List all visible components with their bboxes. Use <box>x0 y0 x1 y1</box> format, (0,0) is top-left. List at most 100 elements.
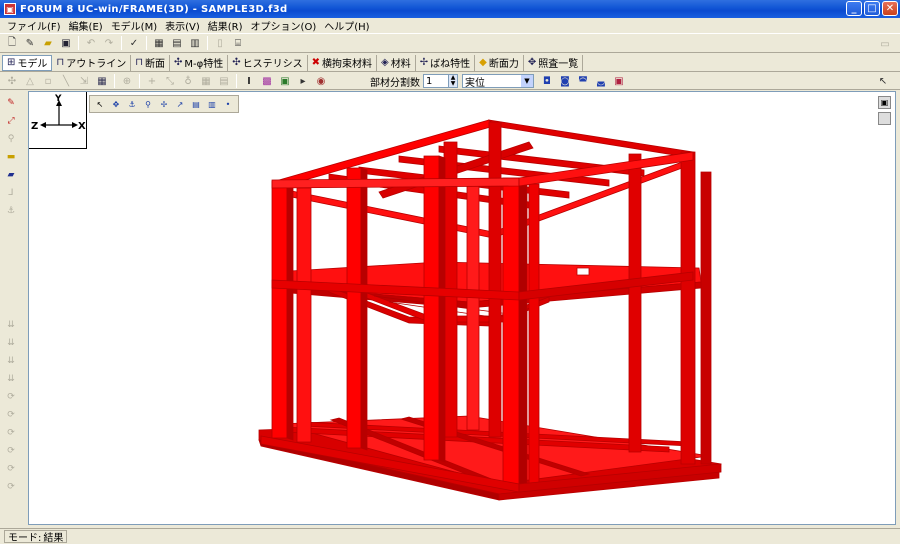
m-phi-icon: ✣ <box>174 57 183 68</box>
mode-value: 結果 <box>43 533 64 544</box>
layers-icon[interactable]: ▰ <box>4 168 18 182</box>
i-section-icon[interactable]: I <box>242 74 256 88</box>
close-button[interactable]: ✕ <box>882 1 898 16</box>
tab-section[interactable]: ⊓ 断面 <box>131 54 171 71</box>
title-bar: ▣ FORUM 8 UC-win/FRAME(3D) - SAMPLE3D.f3… <box>0 0 900 18</box>
pointer-icon[interactable]: ↖ <box>876 74 890 88</box>
wizard-icon[interactable]: ✎ <box>23 36 37 50</box>
load-case-1-icon[interactable]: ⇊ <box>4 318 18 332</box>
frame-members <box>258 119 722 501</box>
node-icon[interactable]: ✣ <box>5 74 19 88</box>
ruler-icon[interactable]: ▬ <box>4 150 18 164</box>
spring-node-icon[interactable]: ♁ <box>181 74 195 88</box>
hook-icon[interactable]: ⅃ <box>4 186 18 200</box>
minimize-button[interactable]: _ <box>846 1 862 16</box>
colored-section-icon[interactable]: ▩ <box>260 74 274 88</box>
redo-icon[interactable]: ↷ <box>102 36 116 50</box>
frame-icon[interactable]: ⌸ <box>231 36 245 50</box>
calc-icon[interactable]: ▦ <box>152 36 166 50</box>
disabled-icon[interactable]: ▯ <box>213 36 227 50</box>
frame-structure <box>258 119 722 501</box>
maximize-button[interactable]: □ <box>864 1 880 16</box>
fit-icon[interactable]: ◚ <box>576 74 590 88</box>
hysteresis-icon: ✣ <box>232 57 241 68</box>
mode-label: モード: <box>8 533 42 544</box>
load-case-3-icon[interactable]: ⇊ <box>4 354 18 368</box>
model-toolbar: ✣ △ ▫ ╲ ⇲ ▦ ⊕ + ⤡ ♁ ▦ ▤ I ▩ ▣ ▸ ◉ 部材分割数 … <box>0 73 900 90</box>
tab-spring[interactable]: ✢ ばね特性 <box>416 54 476 71</box>
open-icon[interactable]: ▰ <box>41 36 55 50</box>
undo-icon[interactable]: ↶ <box>84 36 98 50</box>
add-member-icon[interactable]: ⤡ <box>163 74 177 88</box>
menu-bar: ファイル(F) 編集(E) モデル(M) 表示(V) 結果(R) オプション(O… <box>0 18 900 33</box>
zoom-out-icon[interactable]: ◙ <box>558 74 572 88</box>
check-list-icon: ✥ <box>527 57 537 68</box>
grid-icon[interactable]: ▦ <box>199 74 213 88</box>
load-case-7-icon[interactable]: ⟳ <box>4 426 18 440</box>
clipboard-icon[interactable]: ▭ <box>878 37 892 51</box>
pin-icon[interactable]: ⚲ <box>4 132 18 146</box>
division-spinner[interactable]: ▲ ▼ <box>449 74 458 88</box>
main-toolbar: 🗋 ✎ ▰ ▣ ↶ ↷ ✓ ▦ ▤ ▥ ▯ ⌸ ▭ <box>0 33 900 53</box>
pencil-icon[interactable]: ✎ <box>4 96 18 110</box>
load-case-8-icon[interactable]: ⟳ <box>4 444 18 458</box>
app-icon: ▣ <box>4 3 16 15</box>
save-icon[interactable]: ▣ <box>59 36 73 50</box>
lock-icon[interactable]: ▫ <box>41 74 55 88</box>
material-icon: ◈ <box>381 57 389 68</box>
report-icon[interactable]: ▤ <box>170 36 184 50</box>
section-icon: ⊓ <box>135 57 144 68</box>
load-case-10-icon[interactable]: ⟳ <box>4 480 18 494</box>
window-title: FORUM 8 UC-win/FRAME(3D) - SAMPLE3D.f3d <box>20 3 288 15</box>
tab-outline[interactable]: ⊓ アウトライン <box>52 54 132 71</box>
menu-file[interactable]: ファイル(F) <box>3 18 65 33</box>
graph-icon[interactable]: ⤢ <box>4 114 18 128</box>
menu-view[interactable]: 表示(V) <box>161 18 204 33</box>
tab-check-list[interactable]: ✥ 照査一覧 <box>524 54 584 71</box>
chevron-down-icon[interactable]: ▼ <box>521 75 533 87</box>
move-icon[interactable]: ⊕ <box>120 74 134 88</box>
zoom-in-icon[interactable]: ◘ <box>540 74 554 88</box>
load-case-2-icon[interactable]: ⇊ <box>4 336 18 350</box>
rotate-icon[interactable]: ◛ <box>594 74 608 88</box>
menu-edit[interactable]: 編集(E) <box>65 18 107 33</box>
menu-result[interactable]: 結果(R) <box>204 18 247 33</box>
label-icon[interactable]: ▸ <box>296 74 310 88</box>
menu-model[interactable]: モデル(M) <box>107 18 161 33</box>
tab-confinement[interactable]: ✖ 横拘束材料 <box>308 54 378 71</box>
new-icon[interactable]: 🗋 <box>5 36 19 50</box>
viewport-3d[interactable]: Y Z X ↖ ✥ ⚓ ⚲ ✢ ↗ ▤ ▥ • ▣ <box>28 91 896 525</box>
load-case-5-icon[interactable]: ⟳ <box>4 390 18 404</box>
tab-m-phi[interactable]: ✣ M-φ特性 <box>170 54 229 71</box>
menu-option[interactable]: オプション(O) <box>247 18 321 33</box>
outline-icon: ⊓ <box>56 57 65 68</box>
load-icon[interactable]: ⇲ <box>77 74 91 88</box>
load-case-9-icon[interactable]: ⟳ <box>4 462 18 476</box>
member-icon[interactable]: ╲ <box>59 74 73 88</box>
extent-icon[interactable]: ▣ <box>612 74 626 88</box>
division-input[interactable]: 1 <box>423 74 449 88</box>
render-icon[interactable]: ▣ <box>278 74 292 88</box>
tab-hysteresis[interactable]: ✣ ヒステリシス <box>228 54 308 71</box>
unit-select[interactable]: 実位 ▼ <box>462 74 534 89</box>
table-icon[interactable]: ▦ <box>95 74 109 88</box>
status-bar: モード: 結果 <box>0 528 900 544</box>
tab-section-force[interactable]: ◆ 断面力 <box>475 54 524 71</box>
export-icon[interactable]: ▥ <box>188 36 202 50</box>
load-case-4-icon[interactable]: ⇊ <box>4 372 18 386</box>
add-node-icon[interactable]: + <box>145 74 159 88</box>
target-icon[interactable]: ◉ <box>314 74 328 88</box>
division-label: 部材分割数 <box>370 77 420 89</box>
menu-help[interactable]: ヘルプ(H) <box>320 18 373 33</box>
tab-material[interactable]: ◈ 材料 <box>377 54 416 71</box>
anchor-icon[interactable]: ⚓ <box>4 204 18 218</box>
check-icon[interactable]: ✓ <box>127 36 141 50</box>
load-case-6-icon[interactable]: ⟳ <box>4 408 18 422</box>
confinement-icon: ✖ <box>311 57 321 68</box>
mode-panel: モード: 結果 <box>4 530 68 544</box>
support-icon[interactable]: △ <box>23 74 37 88</box>
tab-model[interactable]: ⊞ モデル <box>2 54 53 71</box>
spring-icon: ✢ <box>419 57 429 68</box>
left-toolbar: ✎ ⤢ ⚲ ▬ ▰ ⅃ ⚓ ⇊ ⇊ ⇊ ⇊ ⟳ ⟳ ⟳ ⟳ ⟳ ⟳ <box>0 91 22 527</box>
copy-icon[interactable]: ▤ <box>217 74 231 88</box>
